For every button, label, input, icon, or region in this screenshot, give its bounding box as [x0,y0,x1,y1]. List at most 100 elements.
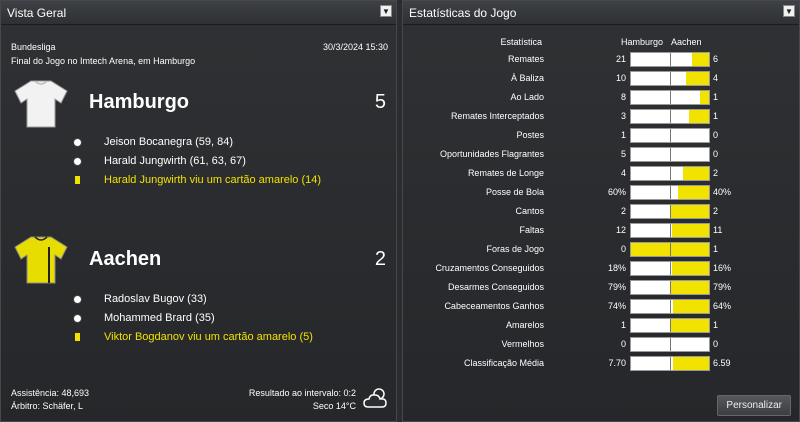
stat-home-value: 60% [607,187,626,197]
stat-bar-divider [670,129,671,142]
stat-comparison-bar [630,71,710,86]
attendance: Assistência: 48,693 [11,388,90,398]
stat-away-value: 79% [713,282,732,292]
away-team-name[interactable]: Aachen [89,248,161,271]
stat-label: Remates de Longe [467,168,544,178]
goal-event[interactable]: Jeison Bocanegra (59, 84) [104,136,233,148]
stat-home-value: 2 [620,206,626,216]
ball-icon [73,157,82,166]
stat-bar-divider [670,338,671,351]
stat-label: Foras de Jogo [486,244,544,254]
stat-comparison-bar [630,318,710,333]
stats-row: Faltas 12 11 [403,221,800,240]
stat-bar-divider [670,148,671,161]
card-event[interactable]: Viktor Bogdanov viu um cartão amarelo (5… [104,331,313,343]
stats-row: Remates de Longe 4 2 [403,164,800,183]
stat-bar-divider [670,205,671,218]
stat-home-value: 18% [607,263,626,273]
ball-icon [73,138,82,147]
competition-name: Bundesliga [11,42,56,52]
stat-bar-divider [670,357,671,370]
goal-event[interactable]: Harald Jungwirth (61, 63, 67) [104,155,246,167]
stat-label: Cruzamentos Conseguidos [435,263,544,273]
stat-away-value: 1 [713,92,719,102]
stat-bar-divider [670,186,671,199]
chevron-down-icon: ▼ [382,7,390,16]
stat-home-value: 3 [620,111,626,121]
stat-label: Classificação Média [463,358,544,368]
stat-label: Remates Interceptados [450,111,544,121]
stat-comparison-bar [630,90,710,105]
overview-panel: Vista Geral ▼ Bundesliga 30/3/2024 15:30… [0,0,397,422]
stats-row: Foras de Jogo 0 1 [403,240,800,259]
stat-comparison-bar [630,204,710,219]
goal-event[interactable]: Radoslav Bugov (33) [104,293,207,305]
stat-home-value: 12 [615,225,626,235]
stats-row: Remates Interceptados 3 1 [403,107,800,126]
stats-row: Oportunidades Flagrantes 5 0 [403,145,800,164]
weather-text: Seco 14°C [312,401,356,411]
stat-away-fill [683,167,709,180]
customize-button[interactable]: Personalizar [717,395,791,416]
stat-comparison-bar [630,261,710,276]
overview-menu-button[interactable]: ▼ [380,5,392,17]
home-team-name[interactable]: Hamburgo [89,91,189,114]
stats-row: À Baliza 10 4 [403,69,800,88]
stat-away-fill [689,110,709,123]
stats-row: Ao Lado 8 1 [403,88,800,107]
stats-row: Cruzamentos Conseguidos 18% 16% [403,259,800,278]
stat-home-value: 79% [607,282,626,292]
home-shirt-icon [14,80,68,128]
stat-home-value: 5 [620,149,626,159]
stat-away-value: 2 [713,206,719,216]
stat-away-fill [672,224,709,237]
stat-home-value: 74% [607,301,626,311]
stat-away-fill [670,319,709,332]
stat-bar-divider [670,319,671,332]
stat-comparison-bar [630,280,710,295]
ball-icon [73,314,82,323]
card-event[interactable]: Harald Jungwirth viu um cartão amarelo (… [104,174,321,186]
stat-bar-divider [670,281,671,294]
stat-comparison-bar [630,166,710,181]
stats-row: Remates 21 6 [403,50,800,69]
stat-away-fill [670,281,709,294]
stats-menu-button[interactable]: ▼ [783,5,795,17]
stat-home-value: 10 [615,73,626,83]
stat-bar-divider [670,243,671,256]
stat-bar-divider [670,224,671,237]
stat-away-fill [673,300,709,313]
stat-label: Faltas [519,225,544,235]
stat-away-value: 1 [713,111,719,121]
stat-label: Posse de Bola [485,187,544,197]
stat-away-value: 6 [713,54,719,64]
stat-home-value: 4 [620,168,626,178]
stat-away-fill [670,205,709,218]
match-datetime: 30/3/2024 15:30 [322,42,388,52]
stat-home-value: 1 [620,320,626,330]
stat-label: Oportunidades Flagrantes [439,149,544,159]
stat-away-fill [700,91,709,104]
stat-bar-divider [670,91,671,104]
stats-header: Estatísticas do Jogo ▼ [403,1,799,25]
stats-row: Classificação Média 7.70 6.59 [403,354,800,373]
goal-event[interactable]: Mohammed Brard (35) [104,312,215,324]
stat-comparison-bar [630,52,710,67]
ball-icon [73,295,82,304]
away-shirt-icon [14,236,68,284]
stat-bar-divider [670,72,671,85]
stat-comparison-bar [630,299,710,314]
stat-bar-divider [670,167,671,180]
stat-away-value: 1 [713,244,719,254]
weather-cloud-sun-icon [363,388,387,408]
stat-away-value: 0 [713,339,719,349]
stats-title: Estatísticas do Jogo [409,6,517,20]
stat-home-value: 7.70 [608,358,626,368]
stat-bar-divider [670,53,671,66]
stat-home-value: 21 [615,54,626,64]
stat-comparison-bar [630,109,710,124]
stats-row: Cantos 2 2 [403,202,800,221]
stats-row: Desarmes Conseguidos 79% 79% [403,278,800,297]
stat-label: Cantos [515,206,544,216]
chevron-down-icon: ▼ [785,7,793,16]
